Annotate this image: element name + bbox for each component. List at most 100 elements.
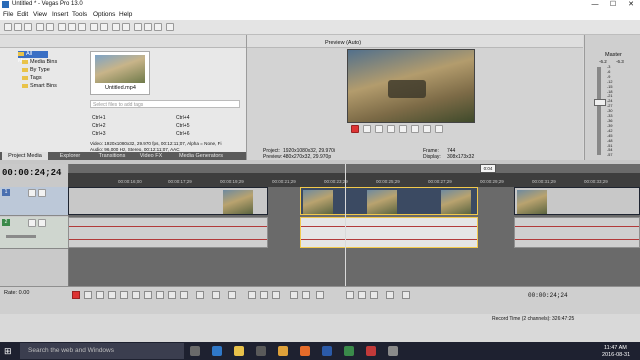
minimize-button[interactable]: —: [586, 0, 604, 10]
video-clip[interactable]: [514, 187, 640, 215]
record-button[interactable]: [72, 291, 80, 299]
tab-video-fx[interactable]: Video FX: [136, 152, 166, 160]
autocrossfade-icon[interactable]: [122, 23, 130, 31]
paste-icon[interactable]: [78, 23, 86, 31]
taskbar-search-box[interactable]: Search the web and Windows: [20, 343, 184, 359]
volume-slider[interactable]: [6, 235, 36, 238]
edge-icon[interactable]: [212, 346, 222, 356]
tab-media-generators[interactable]: Media Generators: [172, 152, 230, 160]
excel-icon[interactable]: [344, 346, 354, 356]
audio-clip-selected[interactable]: [300, 217, 478, 248]
ignore-grouping-button[interactable]: [302, 291, 310, 299]
playhead-cursor[interactable]: [345, 164, 346, 286]
region-marker[interactable]: 0:04: [480, 164, 496, 173]
menu-help[interactable]: Help: [119, 11, 132, 18]
video-track-header[interactable]: 1: [0, 187, 68, 216]
next-frame-button[interactable]: [180, 291, 188, 299]
split-button[interactable]: [272, 291, 280, 299]
audio-track-header[interactable]: 2: [0, 217, 68, 249]
tree-item-all-media[interactable]: All Media: [18, 51, 48, 64]
copy-icon[interactable]: [68, 23, 76, 31]
play-button[interactable]: [108, 291, 116, 299]
play-from-start-button[interactable]: [96, 291, 104, 299]
mute-icon[interactable]: [28, 219, 36, 227]
close-button[interactable]: ✕: [622, 0, 640, 10]
save-icon[interactable]: [24, 23, 32, 31]
media-file-card[interactable]: Untitled.mp4: [90, 51, 150, 95]
video-clip[interactable]: [68, 187, 268, 215]
tab-project-media[interactable]: Project Media: [2, 152, 48, 160]
go-to-start-icon[interactable]: [423, 125, 431, 133]
stop-button[interactable]: [132, 291, 140, 299]
tree-item-tags[interactable]: Tags: [22, 75, 42, 82]
vlc-icon[interactable]: [300, 346, 310, 356]
new-icon[interactable]: [4, 23, 12, 31]
loop-button[interactable]: [84, 291, 92, 299]
vegas-app-icon[interactable]: [388, 346, 398, 356]
menu-file[interactable]: File: [3, 11, 13, 18]
maximize-button[interactable]: ☐: [604, 0, 622, 10]
mute-icon[interactable]: [28, 189, 36, 197]
word-icon[interactable]: [322, 346, 332, 356]
help-icon[interactable]: [166, 23, 174, 31]
pause-button[interactable]: [120, 291, 128, 299]
zoom-button[interactable]: [402, 291, 410, 299]
undo-icon[interactable]: [90, 23, 98, 31]
menu-options[interactable]: Options: [93, 11, 115, 18]
task-view-icon[interactable]: [190, 346, 200, 356]
render-icon[interactable]: [46, 23, 54, 31]
solo-icon[interactable]: [38, 189, 46, 197]
mixer-button[interactable]: [386, 291, 394, 299]
tree-item-smart-bins[interactable]: Smart Bins: [22, 83, 57, 90]
media-app-icon[interactable]: [366, 346, 376, 356]
go-to-start-button[interactable]: [144, 291, 152, 299]
stop-icon[interactable]: [411, 125, 419, 133]
master-fader[interactable]: [594, 99, 606, 106]
selection-edit-button[interactable]: [228, 291, 236, 299]
go-to-end-button[interactable]: [156, 291, 164, 299]
play-icon[interactable]: [387, 125, 395, 133]
redo-icon[interactable]: [100, 23, 108, 31]
tree-item-media-bins[interactable]: Media Bins: [22, 59, 57, 66]
auto-ripple-button[interactable]: [316, 291, 324, 299]
loop-icon[interactable]: [363, 125, 371, 133]
menu-insert[interactable]: Insert: [52, 11, 68, 18]
store-icon[interactable]: [256, 346, 266, 356]
edit-tool-icon[interactable]: [134, 23, 142, 31]
tab-explorer[interactable]: Explorer: [52, 152, 88, 160]
lock-envelopes-button[interactable]: [290, 291, 298, 299]
envelope-tool-icon[interactable]: [144, 23, 152, 31]
explorer-icon[interactable]: [234, 346, 244, 356]
pause-icon[interactable]: [399, 125, 407, 133]
tab-transitions[interactable]: Transitions: [92, 152, 132, 160]
cut-icon[interactable]: [58, 23, 66, 31]
solo-icon[interactable]: [38, 219, 46, 227]
play-from-start-icon[interactable]: [375, 125, 383, 133]
open-icon[interactable]: [14, 23, 22, 31]
tree-item-by-type[interactable]: By Type: [22, 67, 50, 74]
preview-quality[interactable]: Preview (Auto): [325, 40, 361, 46]
menu-edit[interactable]: Edit: [17, 11, 28, 18]
tag-search-input[interactable]: Select files to add tags: [90, 100, 240, 108]
menu-view[interactable]: View: [33, 11, 47, 18]
timecode-display[interactable]: 00:00:24;24: [2, 168, 61, 178]
windows-start-icon[interactable]: ⊞: [4, 346, 14, 356]
selection-tool-icon[interactable]: [154, 23, 162, 31]
marker-button[interactable]: [358, 291, 366, 299]
go-to-end-icon[interactable]: [435, 125, 443, 133]
menu-tools[interactable]: Tools: [72, 11, 87, 18]
video-clip-selected[interactable]: [300, 187, 478, 215]
trim-button[interactable]: [260, 291, 268, 299]
delete-button[interactable]: [248, 291, 256, 299]
audio-clip[interactable]: [514, 217, 640, 248]
properties-icon[interactable]: [36, 23, 44, 31]
snap-button[interactable]: [346, 291, 354, 299]
chrome-icon[interactable]: [278, 346, 288, 356]
region-button[interactable]: [370, 291, 378, 299]
audio-clip[interactable]: [68, 217, 268, 248]
envelope-edit-button[interactable]: [212, 291, 220, 299]
normal-edit-tool-button[interactable]: [196, 291, 204, 299]
previous-frame-button[interactable]: [168, 291, 176, 299]
snap-icon[interactable]: [112, 23, 120, 31]
record-icon[interactable]: [351, 125, 359, 133]
